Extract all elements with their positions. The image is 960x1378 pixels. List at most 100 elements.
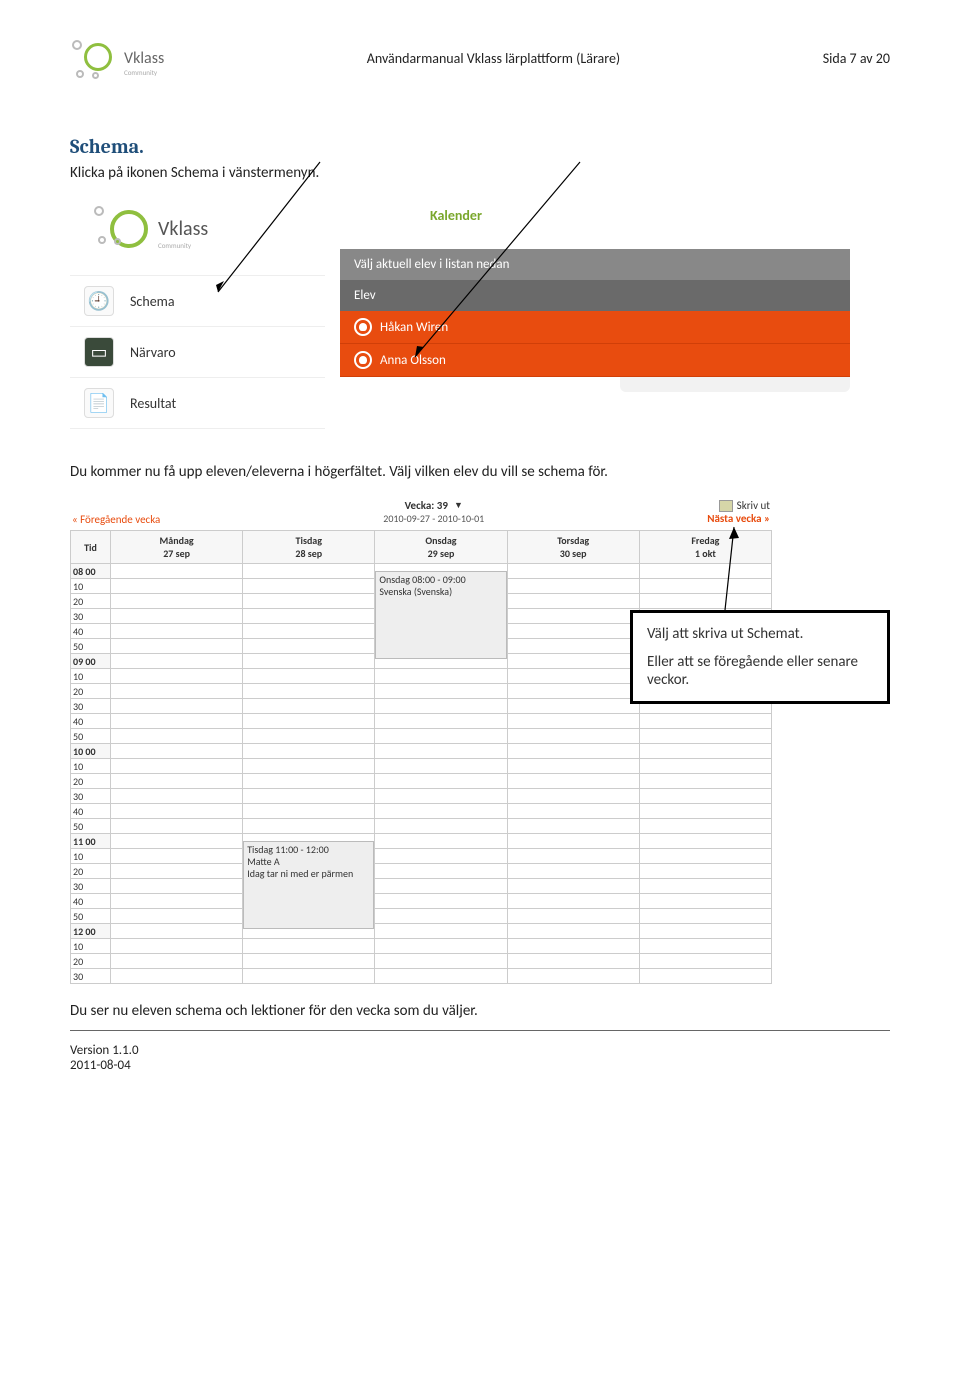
time-label: 11 00 <box>71 834 111 849</box>
schedule-cell <box>111 639 243 654</box>
schedule-cell <box>111 879 243 894</box>
time-label: 10 <box>71 939 111 954</box>
time-label: 10 <box>71 759 111 774</box>
chalkboard-icon: ▭ <box>84 337 114 367</box>
schedule-cell <box>507 969 639 984</box>
schedule-cell <box>375 849 507 864</box>
schedule-cell <box>243 789 375 804</box>
schedule-cell <box>111 579 243 594</box>
schedule-cell <box>111 924 243 939</box>
schedule-cell <box>243 954 375 969</box>
next-week-link[interactable]: Nästa vecka » <box>707 512 770 525</box>
elev-name: Anna Olsson <box>380 353 446 368</box>
schedule-cell <box>111 654 243 669</box>
schedule-cell <box>639 909 771 924</box>
schedule-cell <box>507 834 639 849</box>
time-label: 40 <box>71 714 111 729</box>
vklass-logo-icon <box>92 206 152 261</box>
schedule-cell <box>243 804 375 819</box>
time-label: 20 <box>71 774 111 789</box>
document-icon: 📄 <box>84 388 114 418</box>
schedule-cell <box>639 729 771 744</box>
time-label: 30 <box>71 789 111 804</box>
schedule-cell <box>375 774 507 789</box>
schedule-cell <box>639 849 771 864</box>
schedule-cell <box>243 684 375 699</box>
sidebar-item-schema[interactable]: 🕘 Schema <box>70 276 325 327</box>
week-selector[interactable]: Vecka: 39▼ 2010-09-27 - 2010-10-01 <box>383 499 484 525</box>
schedule-cell <box>111 834 243 849</box>
schedule-cell <box>111 729 243 744</box>
time-label: 08 00 <box>71 564 111 579</box>
col-day: Torsdag30 sep <box>507 531 639 564</box>
schedule-cell <box>111 624 243 639</box>
elev-row-2[interactable]: Anna Olsson <box>340 344 850 377</box>
time-label: 30 <box>71 609 111 624</box>
screenshot-left-menu: Vklass Community 🕘 Schema ▭ Närvaro 📄 Re… <box>70 192 850 447</box>
lesson-block[interactable]: Onsdag 08:00 - 09:00Svenska (Svenska) <box>375 571 506 659</box>
week-title: Vecka: 39 <box>405 499 448 512</box>
time-label: 40 <box>71 804 111 819</box>
schedule-cell <box>507 774 639 789</box>
schedule-cell <box>375 924 507 939</box>
print-link[interactable]: Skriv ut <box>707 499 770 512</box>
time-label: 30 <box>71 879 111 894</box>
elev-header-bar: Elev <box>340 280 850 311</box>
schedule-cell <box>639 819 771 834</box>
schedule-cell <box>243 819 375 834</box>
time-label: 12 00 <box>71 924 111 939</box>
schedule-cell <box>375 819 507 834</box>
schedule-cell <box>111 894 243 909</box>
schedule-cell <box>243 594 375 609</box>
schedule-cell <box>243 564 375 579</box>
schedule-cell <box>243 714 375 729</box>
schedule-cell <box>639 834 771 849</box>
page-header: Vklass Community Användarmanual Vklass l… <box>70 40 890 85</box>
elev-row-1[interactable]: Håkan Wiren <box>340 311 850 344</box>
sidebar-item-narvaro[interactable]: ▭ Närvaro <box>70 327 325 378</box>
schedule-cell <box>111 699 243 714</box>
doc-title: Användarmanual Vklass lärplattform (Lära… <box>367 50 620 67</box>
time-label: 40 <box>71 624 111 639</box>
schedule-cell <box>243 624 375 639</box>
schedule-cell <box>111 594 243 609</box>
schedule-cell <box>507 714 639 729</box>
schedule-cell <box>111 954 243 969</box>
schedule-cell <box>507 654 639 669</box>
section-heading: Schema. <box>70 135 890 158</box>
schedule-cell <box>375 744 507 759</box>
bottom-text: Du ser nu eleven schema och lektioner fö… <box>70 1002 890 1020</box>
schedule-cell <box>507 894 639 909</box>
logo-subtext: Community <box>158 241 208 250</box>
schedule-cell <box>507 879 639 894</box>
col-day: Måndag27 sep <box>111 531 243 564</box>
schedule-cell <box>639 759 771 774</box>
printer-icon <box>719 500 733 512</box>
lesson-block[interactable]: Tisdag 11:00 - 12:00Matte AIdag tar ni m… <box>243 841 374 929</box>
kalender-link[interactable]: Kalender <box>340 192 850 249</box>
schedule-cell <box>243 969 375 984</box>
schedule-cell <box>639 939 771 954</box>
schedule-cell <box>639 564 771 579</box>
schedule-cell <box>639 804 771 819</box>
schedule-cell <box>375 954 507 969</box>
prev-week-link[interactable]: « Föregående vecka <box>72 513 160 526</box>
schedule-cell <box>639 714 771 729</box>
schedule-cell <box>243 579 375 594</box>
callout-line1: Välj att skriva ut Schemat. <box>647 625 873 643</box>
schedule-cell <box>639 969 771 984</box>
schedule-cell <box>507 579 639 594</box>
schedule-cell <box>375 969 507 984</box>
footer-date: 2011-08-04 <box>70 1058 890 1073</box>
time-label: 20 <box>71 684 111 699</box>
instruction-bar: Välj aktuell elev i listan nedan <box>340 249 850 280</box>
schedule-cell: Tisdag 11:00 - 12:00Matte AIdag tar ni m… <box>243 834 375 849</box>
schedule-cell <box>243 654 375 669</box>
schedule-cell <box>375 684 507 699</box>
time-label: 40 <box>71 894 111 909</box>
col-tid: Tid <box>71 531 111 564</box>
schedule-cell <box>507 759 639 774</box>
schedule-cell <box>507 639 639 654</box>
schedule-cell <box>375 864 507 879</box>
sidebar-item-resultat[interactable]: 📄 Resultat <box>70 378 325 429</box>
